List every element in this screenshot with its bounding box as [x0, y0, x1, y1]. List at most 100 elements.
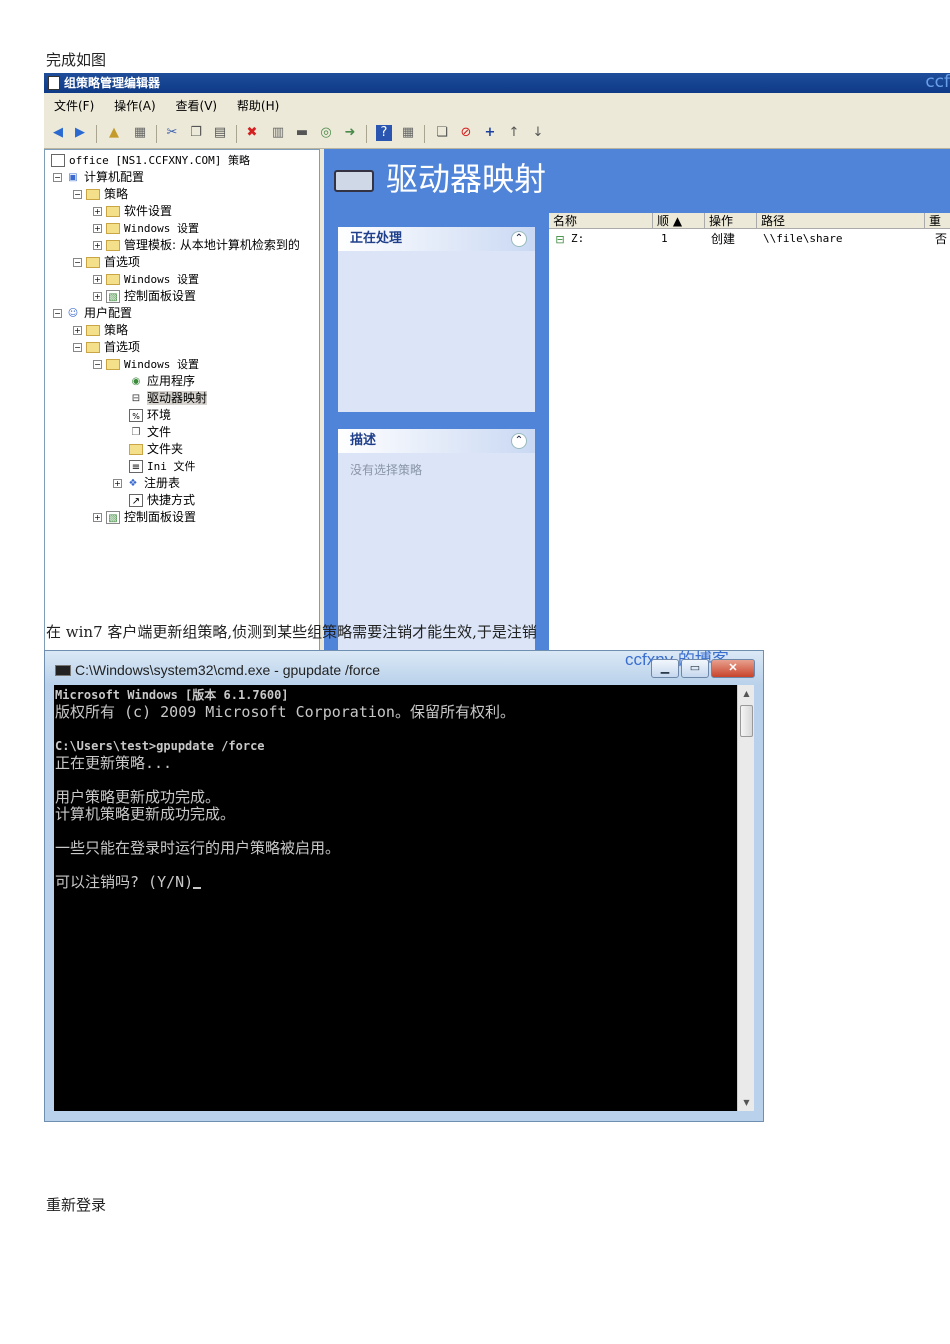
- gpme-title: 组策略管理编辑器: [64, 76, 161, 90]
- tree-item-computer-config[interactable]: − ▣ 计算机配置: [53, 169, 144, 186]
- collapse-icon[interactable]: −: [93, 360, 102, 369]
- expand-icon[interactable]: +: [93, 241, 102, 250]
- properties-icon[interactable]: ▥: [270, 125, 286, 141]
- expand-icon[interactable]: +: [93, 224, 102, 233]
- tree-item-root[interactable]: office [NS1.CCFXNY.COM] 策略: [51, 152, 250, 169]
- export-icon[interactable]: ➜: [342, 125, 358, 141]
- console-line: 一些只能在登录时运行的用户策略被启用。: [55, 839, 341, 857]
- paste-icon[interactable]: ▤: [212, 125, 228, 141]
- expand-icon[interactable]: +: [93, 292, 102, 301]
- vertical-scrollbar[interactable]: ▲ ▼: [737, 685, 754, 1111]
- menu-action[interactable]: 操作(A): [114, 99, 156, 113]
- collapse-icon[interactable]: −: [53, 309, 62, 318]
- tree-item-environment[interactable]: % 环境: [129, 407, 171, 424]
- expand-icon[interactable]: +: [93, 513, 102, 522]
- tree-item-user-policies[interactable]: + 策略: [73, 322, 128, 339]
- console-line: 计算机策略更新成功完成。: [55, 805, 236, 823]
- ini-file-icon: ≡: [129, 460, 143, 473]
- tree-item-admin-templates[interactable]: + 管理模板: 从本地计算机检索到的: [93, 237, 317, 254]
- tree-item-user-preferences[interactable]: − 首选项: [73, 339, 140, 356]
- column-path[interactable]: 路径: [757, 213, 925, 229]
- description-panel-header[interactable]: 描述 ⌃: [338, 429, 535, 453]
- application-icon: ◉: [131, 376, 141, 387]
- print-icon[interactable]: ▬: [294, 125, 310, 141]
- results-heading: 驱动器映射: [334, 157, 546, 201]
- tree-item-user-control-panel[interactable]: + ▧ 控制面板设置: [93, 509, 196, 526]
- collapse-icon[interactable]: −: [53, 173, 62, 182]
- folder-icon: [106, 223, 120, 234]
- console-line: Microsoft Windows [版本 6.1.7600]: [55, 688, 289, 702]
- control-panel-icon: ▧: [106, 511, 120, 524]
- processing-panel-header[interactable]: 正在处理 ⌃: [338, 227, 535, 251]
- column-action[interactable]: 操作: [705, 213, 757, 229]
- minimize-button[interactable]: ▁: [651, 659, 679, 678]
- back-icon[interactable]: ◀: [50, 125, 66, 141]
- menu-help[interactable]: 帮助(H): [237, 99, 279, 113]
- forward-icon[interactable]: ▶: [72, 125, 88, 141]
- tree-item-computer-policies[interactable]: − 策略: [73, 186, 128, 203]
- delete-icon[interactable]: ✖: [244, 125, 260, 141]
- column-order[interactable]: 顺 ▲: [653, 213, 705, 229]
- column-reconnect[interactable]: 重: [925, 213, 950, 229]
- show-hide-tree-icon[interactable]: ▦: [132, 125, 148, 141]
- collapse-icon[interactable]: −: [73, 258, 82, 267]
- tree-item-software-settings[interactable]: + 软件设置: [93, 203, 172, 220]
- tree-item-control-panel-settings[interactable]: + ▧ 控制面板设置: [93, 288, 196, 305]
- cmd-title: C:\Windows\system32\cmd.exe - gpupdate /…: [75, 662, 381, 678]
- tree-item-ini-files[interactable]: ≡ Ini 文件: [129, 458, 196, 475]
- tree-item-applications[interactable]: ◉ 应用程序: [129, 373, 195, 390]
- collapse-chevron-icon[interactable]: ⌃: [511, 433, 527, 449]
- up-folder-icon[interactable]: ▲: [106, 125, 122, 141]
- scroll-down-icon[interactable]: ▼: [738, 1094, 755, 1111]
- collapse-icon[interactable]: −: [73, 190, 82, 199]
- cut-icon[interactable]: ✂: [164, 125, 180, 141]
- menu-view[interactable]: 查看(V): [176, 99, 218, 113]
- collapse-chevron-icon[interactable]: ⌃: [511, 231, 527, 247]
- console-output[interactable]: Microsoft Windows [版本 6.1.7600] 版权所有 (c)…: [54, 685, 737, 1111]
- stop-icon[interactable]: ⊘: [458, 125, 474, 141]
- expand-icon[interactable]: +: [93, 207, 102, 216]
- scroll-up-icon[interactable]: ▲: [738, 685, 755, 702]
- caption-mid: 在 win7 客户端更新组策略,侦测到某些组策略需要注销才能生效,于是注销: [46, 623, 537, 641]
- expand-icon[interactable]: +: [93, 275, 102, 284]
- tree-item-shortcuts[interactable]: ↗ 快捷方式: [129, 492, 195, 509]
- add-icon[interactable]: +: [482, 125, 498, 141]
- tree-item-registry[interactable]: + ❖ 注册表: [113, 475, 180, 492]
- scroll-thumb[interactable]: [740, 705, 753, 737]
- console-line: C:\Users\test>gpupdate /force: [55, 739, 265, 753]
- new-item-icon[interactable]: ❏: [434, 125, 450, 141]
- tree-item-folders[interactable]: 文件夹: [129, 441, 183, 458]
- column-name[interactable]: 名称: [549, 213, 653, 229]
- expand-icon[interactable]: +: [73, 326, 82, 335]
- tree-item-computer-preferences[interactable]: − 首选项: [73, 254, 140, 271]
- tree-item-windows-settings[interactable]: + Windows 设置: [93, 220, 199, 237]
- cmd-window: C:\Windows\system32\cmd.exe - gpupdate /…: [44, 650, 764, 1122]
- gpme-screenshot: 组策略管理编辑器 ccf 文件(F) 操作(A) 查看(V) 帮助(H) ◀ ▶…: [44, 73, 950, 711]
- expand-icon[interactable]: +: [113, 479, 122, 488]
- row-order: 1: [661, 232, 668, 245]
- close-button[interactable]: ✕: [711, 659, 755, 678]
- folder-icon: [129, 444, 143, 455]
- tree-item-drive-maps[interactable]: ⊟ 驱动器映射: [129, 390, 208, 407]
- view-icon[interactable]: ▦: [400, 125, 416, 141]
- drive-icon: ⊟: [131, 393, 141, 404]
- tree-item-windows-settings-pref[interactable]: + Windows 设置: [93, 271, 199, 288]
- row-path: \\file\share: [763, 232, 843, 245]
- help-icon[interactable]: ?: [376, 125, 392, 141]
- move-down-icon[interactable]: ↓: [530, 125, 546, 141]
- users-icon: ☺: [67, 308, 79, 319]
- tree-item-files[interactable]: ❒ 文件: [129, 424, 172, 441]
- folder-icon: [86, 189, 100, 200]
- menu-file[interactable]: 文件(F): [54, 99, 94, 113]
- list-header: 名称 顺 ▲ 操作 路径 重: [549, 213, 950, 229]
- tree-item-user-config[interactable]: − ☺ 用户配置: [53, 305, 132, 322]
- tree-item-user-windows-settings[interactable]: − Windows 设置: [93, 356, 199, 373]
- move-up-icon[interactable]: ↑: [506, 125, 522, 141]
- copy-icon[interactable]: ❐: [188, 125, 204, 141]
- collapse-icon[interactable]: −: [73, 343, 82, 352]
- console-line: 版权所有 (c) 2009 Microsoft Corporation。保留所有…: [55, 703, 515, 721]
- refresh-icon[interactable]: ◎: [318, 125, 334, 141]
- maximize-button[interactable]: ▭: [681, 659, 709, 678]
